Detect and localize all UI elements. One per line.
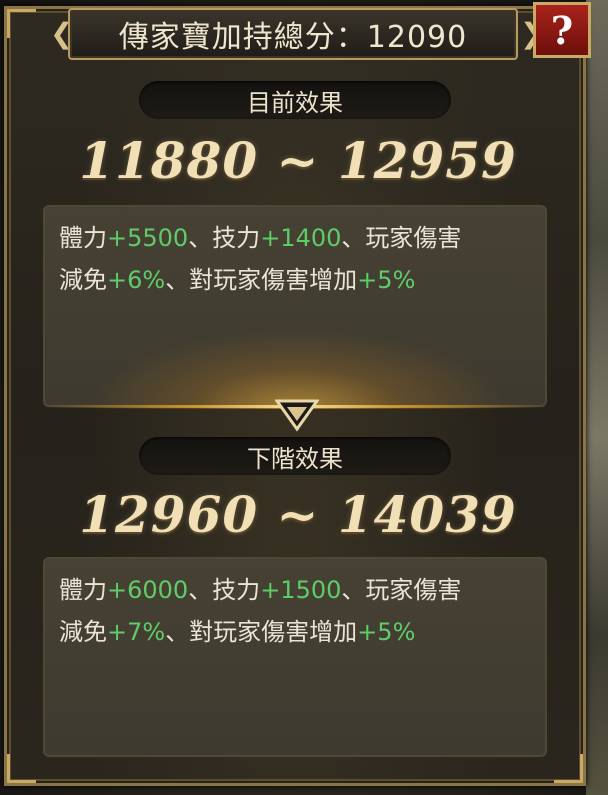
stat-value: +1400 xyxy=(260,224,342,252)
current-effect-range: 11880 ~ 12959 xyxy=(79,131,517,190)
bonus-panel: 目前效果 11880 ~ 12959 體力+5500、技力+1400、玩家傷害 … xyxy=(4,6,586,786)
stat-label: 、對玩家傷害增加 xyxy=(165,618,358,646)
stat-label: 、對玩家傷害增加 xyxy=(165,266,358,294)
frame-corner-ornament xyxy=(554,754,583,783)
current-effect-line-1: 體力+5500、技力+1400、玩家傷害 xyxy=(59,217,531,259)
stat-label: 、玩家傷害 xyxy=(341,576,462,604)
next-effect-header: 下階效果 xyxy=(139,437,451,475)
stat-value: +6% xyxy=(107,266,166,294)
stat-label: 、技力 xyxy=(188,224,261,252)
stat-label: 減免 xyxy=(59,266,107,294)
stat-value: +7% xyxy=(107,618,166,646)
frame-corner-ornament xyxy=(7,9,36,38)
question-mark-icon: ? xyxy=(550,7,574,53)
title-banner: 傳家寶加持總分：12090 xyxy=(68,8,518,60)
help-button[interactable]: ? xyxy=(533,2,591,58)
current-effect-line-2: 減免+6%、對玩家傷害增加+5% xyxy=(59,259,531,301)
chevron-down-icon xyxy=(275,399,319,432)
stat-label: 體力 xyxy=(59,224,107,252)
current-effect-header: 目前效果 xyxy=(139,81,451,119)
stat-label: 體力 xyxy=(59,576,107,604)
stat-label: 減免 xyxy=(59,618,107,646)
background-scenery xyxy=(586,0,608,795)
stat-label: 、玩家傷害 xyxy=(341,224,462,252)
stat-value: +1500 xyxy=(260,576,342,604)
next-effect-header-label: 下階效果 xyxy=(247,444,343,473)
next-effect-range: 12960 ~ 14039 xyxy=(79,485,517,544)
next-effect-box: 體力+6000、技力+1500、玩家傷害 減免+7%、對玩家傷害增加+5% xyxy=(43,557,547,757)
stat-value: +5500 xyxy=(107,224,189,252)
stat-value: +5% xyxy=(357,266,416,294)
treasure-bonus-screen: 目前效果 11880 ~ 12959 體力+5500、技力+1400、玩家傷害 … xyxy=(0,0,608,795)
page-title: 傳家寶加持總分：12090 xyxy=(118,20,468,55)
next-effect-line-2: 減免+7%、對玩家傷害增加+5% xyxy=(59,611,531,653)
current-effect-header-label: 目前效果 xyxy=(247,88,343,117)
stat-label: 、技力 xyxy=(188,576,261,604)
next-effect-line-1: 體力+6000、技力+1500、玩家傷害 xyxy=(59,569,531,611)
current-effect-box: 體力+5500、技力+1400、玩家傷害 減免+6%、對玩家傷害增加+5% xyxy=(43,205,547,407)
frame-corner-ornament xyxy=(7,754,36,783)
stat-value: +6000 xyxy=(107,576,189,604)
stat-value: +5% xyxy=(357,618,416,646)
